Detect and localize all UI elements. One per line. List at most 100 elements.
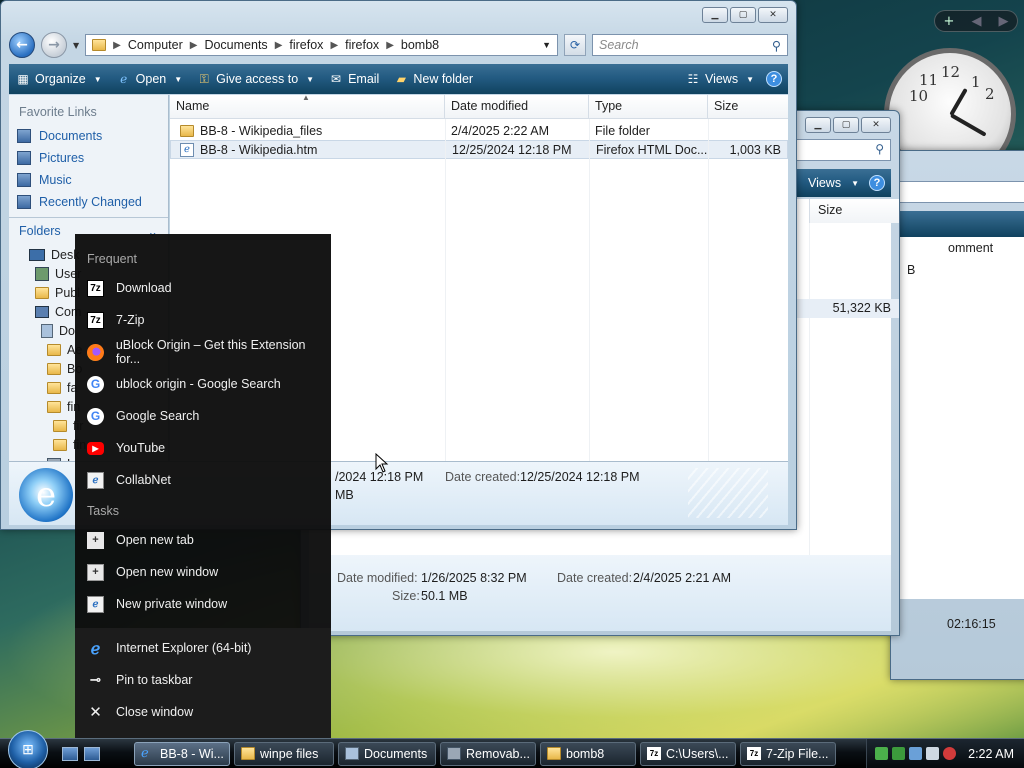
task-open-new-tab[interactable]: + Open new tab [75, 524, 331, 556]
breadcrumb-item[interactable]: Documents [204, 38, 267, 52]
jump-item-ublock-search[interactable]: Gublock origin - Google Search [75, 368, 331, 400]
forward-button[interactable]: → [41, 32, 67, 58]
task-new-private-window[interactable]: ℯ New private window [75, 588, 331, 620]
breadcrumb-item[interactable]: bomb8 [401, 38, 439, 52]
safely-remove-icon[interactable] [892, 747, 906, 760]
taskbar-button-7zip-manager[interactable]: 7z 7-Zip File... [740, 741, 836, 766]
chevron-right-icon[interactable]: ▶ [330, 40, 338, 51]
close-window-item[interactable]: ✕ Close window [75, 696, 331, 728]
app-launch-ie[interactable]: ℯ Internet Explorer (64-bit) [75, 632, 331, 664]
file-type: Firefox HTML Doc... [596, 142, 708, 157]
chevron-right-icon[interactable]: ▶ [386, 40, 394, 51]
column-type[interactable]: Type [589, 95, 708, 118]
jump-item-label: YouTube [116, 441, 166, 455]
refresh-button[interactable]: ⟳ [564, 34, 586, 56]
close-button[interactable]: ✕ [758, 7, 788, 23]
taskbar-button-label: bomb8 [566, 746, 605, 761]
search-field[interactable] [899, 181, 1024, 203]
taskbar-button-7zip-console[interactable]: 7z C:\Users\... [640, 741, 736, 766]
network-icon[interactable] [909, 747, 923, 760]
sync-icon[interactable] [875, 747, 889, 760]
address-dropdown-icon[interactable]: ▼ [542, 40, 551, 50]
search-icon[interactable]: ⚲ [772, 38, 781, 53]
youtube-icon: ▶ [87, 441, 104, 455]
help-icon[interactable]: ? [766, 71, 782, 87]
chevron-right-icon[interactable]: ▶ [190, 40, 198, 51]
computer-icon [35, 305, 49, 318]
favorite-link-documents[interactable]: Documents [9, 125, 168, 147]
volume-muted-icon[interactable] [943, 747, 957, 760]
favorite-link-music[interactable]: Music [9, 169, 168, 191]
selected-file-size[interactable]: 51,322 KB [789, 299, 899, 318]
prev-gadget-icon[interactable]: ◀ [971, 14, 981, 29]
column-rule [589, 119, 590, 461]
column-size[interactable]: Size [708, 95, 788, 118]
chevron-right-icon[interactable]: ▶ [113, 40, 121, 51]
jump-item-ublock-extension[interactable]: uBlock Origin – Get this Extension for..… [75, 336, 331, 368]
taskbar-button-bb8[interactable]: ℯ BB-8 - Wi... [134, 741, 230, 766]
documents-icon [345, 747, 359, 760]
favorite-link-recently-changed[interactable]: Recently Changed [9, 191, 168, 213]
taskbar-button-bomb8[interactable]: bomb8 [540, 741, 636, 766]
favorite-label: Pictures [39, 151, 85, 165]
help-icon[interactable]: ? [869, 175, 885, 191]
back-button[interactable]: ← [9, 32, 35, 58]
breadcrumb-item[interactable]: Computer [128, 38, 183, 52]
file-size: 1,003 KB [729, 142, 781, 157]
tree-label: Do [59, 323, 75, 338]
views-dropdown-icon[interactable]: ▼ [851, 179, 859, 188]
email-icon: ✉ [331, 72, 342, 86]
views-label: Views [704, 72, 739, 86]
column-size[interactable]: Size [809, 199, 899, 223]
date-modified-value: 1/26/2025 8:32 PM [421, 571, 527, 585]
jump-item-youtube[interactable]: ▶ YouTube [75, 432, 331, 464]
recent-pages-icon[interactable]: ▼ [73, 41, 79, 50]
chevron-right-icon[interactable]: ▶ [275, 40, 283, 51]
gadget-controls[interactable]: + ◀ ▶ [934, 10, 1018, 32]
breadcrumb-item[interactable]: firefox [289, 38, 323, 52]
file-row-folder[interactable]: BB-8 - Wikipedia_files 2/4/2025 2:22 AM … [170, 121, 788, 140]
close-button[interactable]: ✕ [861, 117, 891, 133]
command-bar: ▦ Organize ▼ ℯ Open ▼ ⚿ Give access to ▼ ✉ Emai… [9, 64, 788, 94]
search-icon[interactable]: ⚲ [875, 142, 884, 156]
search-input[interactable]: Search ⚲ [592, 34, 788, 56]
add-gadget-icon[interactable]: + [944, 14, 955, 29]
pin-to-taskbar-item[interactable]: ⊸ Pin to taskbar [75, 664, 331, 696]
display-icon[interactable] [926, 747, 940, 760]
jump-item-7zip[interactable]: 7z 7-Zip [75, 304, 331, 336]
column-rule [809, 223, 810, 555]
minimize-button[interactable]: ▁ [805, 117, 831, 133]
taskbar-button-winpe[interactable]: winpe files [234, 741, 334, 766]
details-pane: Date modified: 1/26/2025 8:32 PM Date cr… [309, 555, 891, 631]
favorite-link-pictures[interactable]: Pictures [9, 147, 168, 169]
file-row-htm[interactable]: ℯ BB-8 - Wikipedia.htm 12/25/2024 12:18 P… [170, 140, 788, 159]
maximize-button[interactable]: ▢ [833, 117, 859, 133]
jump-item-collabnet[interactable]: ℯ CollabNet [75, 464, 331, 496]
maximize-button[interactable]: ▢ [730, 7, 756, 23]
switch-windows-icon[interactable] [84, 746, 100, 761]
address-bar[interactable]: ▶ Computer ▶ Documents ▶ firefox ▶ firef… [85, 34, 558, 56]
task-open-new-window[interactable]: + Open new window [75, 556, 331, 588]
folder-icon [547, 747, 561, 760]
open-button[interactable]: ℯ Open ▼ [116, 71, 182, 87]
breadcrumb-item[interactable]: firefox [345, 38, 379, 52]
start-button[interactable]: ⊞ [8, 729, 48, 768]
new-folder-button[interactable]: ▰ New folder [393, 71, 473, 87]
column-date-modified[interactable]: Date modified [445, 95, 589, 118]
jump-item-download[interactable]: 7z Download [75, 272, 331, 304]
taskbar-clock[interactable]: 2:22 AM [968, 747, 1014, 761]
column-name[interactable]: Name ▲ [170, 93, 445, 118]
show-desktop-icon[interactable] [62, 746, 78, 761]
taskbar-button-removable[interactable]: Removab... [440, 741, 536, 766]
next-gadget-icon[interactable]: ▶ [998, 14, 1008, 29]
explorer-window-back-3[interactable]: omment B 02:16:15 [890, 150, 1024, 680]
give-access-button[interactable]: ⚿ Give access to ▼ [196, 71, 314, 87]
column-comment[interactable]: omment [944, 237, 997, 259]
organize-button[interactable]: ▦ Organize ▼ [15, 71, 101, 87]
jump-item-google-search[interactable]: G Google Search [75, 400, 331, 432]
email-button[interactable]: ✉ Email [328, 71, 379, 87]
minimize-button[interactable]: ▁ [702, 7, 728, 23]
taskbar-button-documents[interactable]: Documents [338, 741, 436, 766]
views-button[interactable]: Views [808, 176, 841, 190]
views-button[interactable]: ☷ Views ▼ [685, 71, 754, 87]
